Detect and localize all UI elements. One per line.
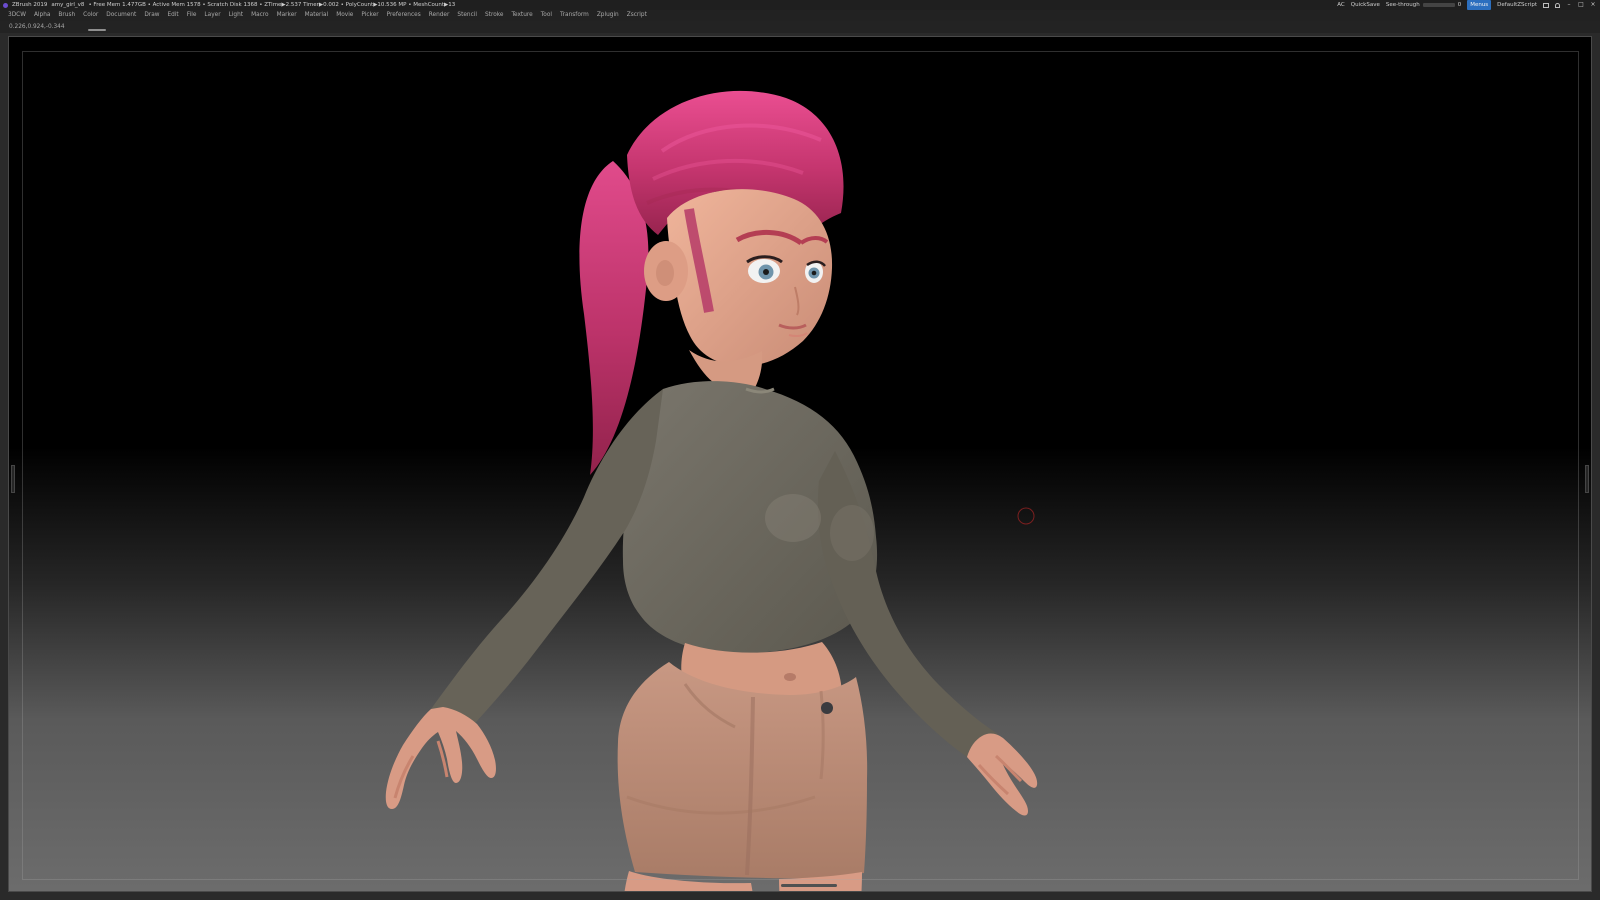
menu-marker[interactable]: Marker [277, 10, 297, 21]
title-right-controls: AC QuickSave See-through 0 Menus Default… [1337, 0, 1596, 10]
menu-zplugin[interactable]: Zplugin [597, 10, 619, 21]
ac-button[interactable]: AC [1337, 0, 1345, 10]
default-zscript-button[interactable]: DefaultZScript [1497, 0, 1537, 10]
brush-cursor [1017, 507, 1035, 525]
memory-stats: • Free Mem 1.477GB • Active Mem 1578 • S… [88, 2, 456, 8]
menu-macro[interactable]: Macro [251, 10, 269, 21]
menu-3dcw[interactable]: 3DCW [8, 10, 26, 21]
menu-preferences[interactable]: Preferences [387, 10, 421, 21]
canvas-workspace[interactable] [8, 36, 1592, 892]
menu-stroke[interactable]: Stroke [485, 10, 503, 21]
see-through-control[interactable]: See-through 0 [1386, 0, 1461, 10]
menu-material[interactable]: Material [305, 10, 329, 21]
bottom-shelf-handle[interactable] [781, 884, 837, 887]
see-through-slider[interactable] [1422, 3, 1455, 7]
menu-color[interactable]: Color [83, 10, 98, 21]
shorts [617, 662, 868, 879]
menu-stencil[interactable]: Stencil [457, 10, 477, 21]
menu-edit[interactable]: Edit [167, 10, 178, 21]
zbrush-window: ZBrush 2019 amy_girl_v8 • Free Mem 1.477… [0, 0, 1600, 900]
status-line: 0.226,0.924,-0.344 [0, 21, 1600, 33]
maximize-icon[interactable] [1578, 0, 1584, 10]
menu-file[interactable]: File [187, 10, 197, 21]
menu-items: 3DCW Alpha Brush Color Document Draw Edi… [8, 10, 647, 21]
app-name: ZBrush 2019 [12, 2, 48, 8]
close-icon[interactable] [1590, 0, 1596, 10]
menu-brush[interactable]: Brush [58, 10, 75, 21]
minimize-icon[interactable] [1566, 0, 1572, 10]
menu-alpha[interactable]: Alpha [34, 10, 50, 21]
menu-light[interactable]: Light [229, 10, 243, 21]
left-hand [385, 707, 496, 809]
lock-icon[interactable] [1555, 2, 1560, 8]
menu-picker[interactable]: Picker [361, 10, 378, 21]
menu-draw[interactable]: Draw [144, 10, 159, 21]
status-slider[interactable] [88, 29, 106, 31]
menu-document[interactable]: Document [106, 10, 136, 21]
right-hand [967, 733, 1038, 816]
main-menu-bar: 3DCW Alpha Brush Color Document Draw Edi… [0, 10, 1600, 21]
title-left: ZBrush 2019 amy_girl_v8 • Free Mem 1.477… [3, 0, 455, 10]
layout-icon[interactable] [1543, 2, 1549, 8]
menu-zscript[interactable]: Zscript [627, 10, 647, 21]
menu-transform[interactable]: Transform [560, 10, 589, 21]
coordinate-readout: 0.226,0.924,-0.344 [9, 24, 65, 30]
zbrush-logo-icon [3, 2, 8, 8]
menu-layer[interactable]: Layer [204, 10, 220, 21]
menus-button[interactable]: Menus [1467, 0, 1492, 10]
menu-tool[interactable]: Tool [541, 10, 552, 21]
character-render [385, 90, 1038, 891]
menu-texture[interactable]: Texture [511, 10, 532, 21]
left-tray-handle[interactable] [11, 465, 15, 493]
see-through-label: See-through [1385, 2, 1420, 8]
right-tray-handle[interactable] [1585, 465, 1589, 493]
menu-render[interactable]: Render [429, 10, 450, 21]
file-name: amy_girl_v8 [51, 2, 85, 8]
menu-movie[interactable]: Movie [336, 10, 353, 21]
face [644, 189, 833, 367]
quicksave-button[interactable]: QuickSave [1351, 0, 1380, 10]
see-through-value: 0 [1457, 2, 1462, 8]
title-bar: ZBrush 2019 amy_girl_v8 • Free Mem 1.477… [0, 0, 1600, 10]
